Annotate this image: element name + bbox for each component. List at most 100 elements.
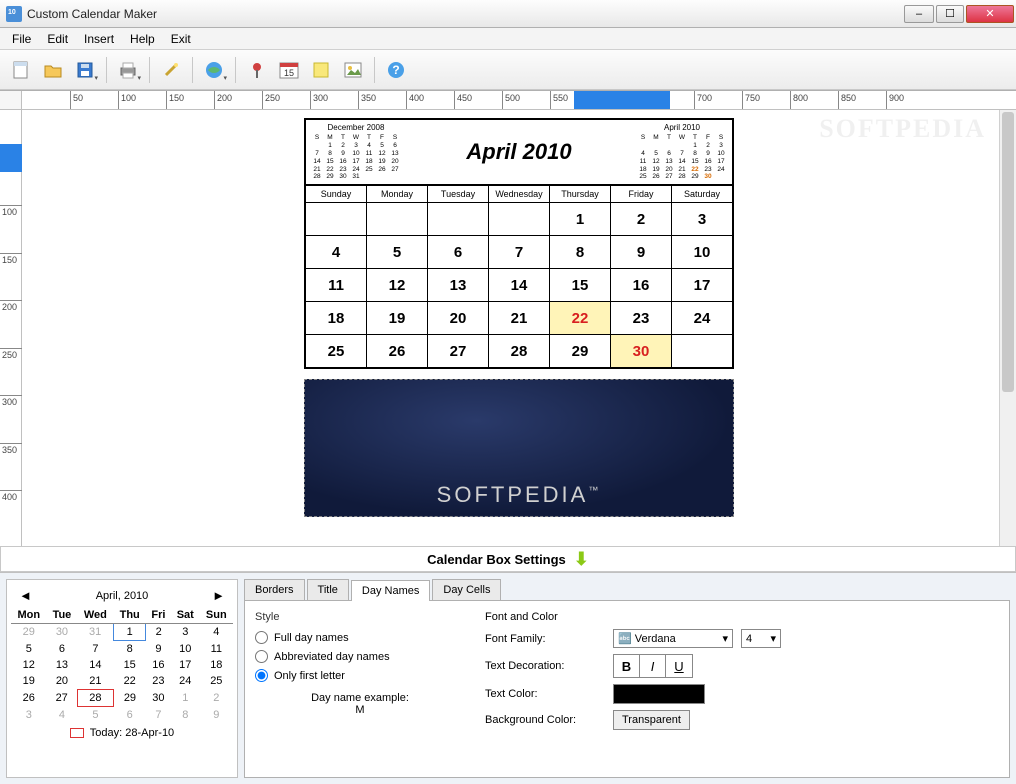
calendar-button[interactable]: 15	[274, 55, 304, 85]
prev-month-button[interactable]: ◄	[15, 588, 36, 603]
new-button[interactable]	[6, 55, 36, 85]
day-cell[interactable]: 20	[428, 302, 489, 334]
day-cell[interactable]: 24	[672, 302, 732, 334]
picker-day[interactable]: 28	[77, 690, 113, 707]
picker-day[interactable]: 12	[11, 657, 47, 673]
day-cell[interactable]	[367, 203, 428, 235]
picker-day[interactable]: 24	[171, 673, 200, 690]
picker-day[interactable]: 26	[11, 690, 47, 707]
picker-day[interactable]: 23	[146, 673, 171, 690]
day-cell[interactable]: 4	[306, 236, 367, 268]
vertical-scrollbar[interactable]	[999, 110, 1016, 546]
picker-day[interactable]: 9	[200, 707, 233, 724]
picker-day[interactable]: 7	[77, 641, 113, 658]
picker-day[interactable]: 20	[47, 673, 78, 690]
minimize-button[interactable]: –	[904, 5, 934, 23]
today-link[interactable]: Today: 28-Apr-10	[11, 727, 233, 739]
tab-day-cells[interactable]: Day Cells	[432, 579, 501, 600]
day-cell[interactable]: 12	[367, 269, 428, 301]
picker-day[interactable]: 11	[200, 641, 233, 658]
picker-day[interactable]: 6	[113, 707, 146, 724]
wand-button[interactable]	[156, 55, 186, 85]
picker-day[interactable]: 3	[171, 624, 200, 641]
font-family-select[interactable]: 🔤 Verdana▾	[613, 629, 733, 648]
picker-day[interactable]: 4	[47, 707, 78, 724]
picture-box[interactable]: SOFTPEDIA™	[304, 379, 734, 517]
day-cell[interactable]	[489, 203, 550, 235]
note-button[interactable]	[306, 55, 336, 85]
picker-day[interactable]: 6	[47, 641, 78, 658]
picker-day[interactable]: 27	[47, 690, 78, 707]
picker-day[interactable]: 29	[11, 624, 47, 641]
day-cell[interactable]: 18	[306, 302, 367, 334]
day-cell[interactable]: 30	[611, 335, 672, 367]
image-button[interactable]	[338, 55, 368, 85]
picker-day[interactable]: 16	[146, 657, 171, 673]
menu-exit[interactable]: Exit	[163, 30, 199, 48]
day-cell[interactable]: 11	[306, 269, 367, 301]
day-cell[interactable]: 25	[306, 335, 367, 367]
bold-button[interactable]: B	[614, 655, 640, 677]
day-cell[interactable]	[306, 203, 367, 235]
tab-borders[interactable]: Borders	[244, 579, 305, 600]
day-cell[interactable]: 7	[489, 236, 550, 268]
picker-day[interactable]: 8	[113, 641, 146, 658]
picker-day[interactable]: 9	[146, 641, 171, 658]
tab-day-names[interactable]: Day Names	[351, 580, 430, 601]
close-button[interactable]: ✕	[966, 5, 1014, 23]
day-cell[interactable]: 29	[550, 335, 611, 367]
day-cell[interactable]: 13	[428, 269, 489, 301]
font-size-select[interactable]: 4▾	[741, 629, 781, 648]
day-cell[interactable]: 10	[672, 236, 732, 268]
day-cell[interactable]: 1	[550, 203, 611, 235]
menu-edit[interactable]: Edit	[39, 30, 76, 48]
picker-day[interactable]: 15	[113, 657, 146, 673]
picker-day[interactable]: 17	[171, 657, 200, 673]
horizontal-ruler[interactable]: 5010015020025030035040045050055060065070…	[22, 91, 1016, 109]
picker-day[interactable]: 30	[146, 690, 171, 707]
picker-day[interactable]: 7	[146, 707, 171, 724]
day-cell[interactable]	[672, 335, 732, 367]
day-cell[interactable]: 8	[550, 236, 611, 268]
day-cell[interactable]: 16	[611, 269, 672, 301]
underline-button[interactable]: U	[666, 655, 692, 677]
picker-day[interactable]: 5	[11, 641, 47, 658]
help-button[interactable]: ?	[381, 55, 411, 85]
picker-day[interactable]: 1	[113, 624, 146, 641]
day-cell[interactable]: 3	[672, 203, 732, 235]
style-option[interactable]: Full day names	[255, 631, 465, 644]
picker-day[interactable]: 31	[77, 624, 113, 641]
day-cell[interactable]: 17	[672, 269, 732, 301]
globe-button[interactable]: ▾	[199, 55, 229, 85]
menu-help[interactable]: Help	[122, 30, 163, 48]
day-cell[interactable]	[428, 203, 489, 235]
tab-title[interactable]: Title	[307, 579, 349, 600]
print-button[interactable]: ▾	[113, 55, 143, 85]
scrollbar-thumb[interactable]	[1002, 112, 1014, 392]
open-button[interactable]	[38, 55, 68, 85]
day-cell[interactable]: 22	[550, 302, 611, 334]
picker-day[interactable]: 10	[171, 641, 200, 658]
day-cell[interactable]: 2	[611, 203, 672, 235]
day-cell[interactable]: 23	[611, 302, 672, 334]
picker-day[interactable]: 2	[200, 690, 233, 707]
picker-day[interactable]: 22	[113, 673, 146, 690]
picker-day[interactable]: 29	[113, 690, 146, 707]
day-cell[interactable]: 19	[367, 302, 428, 334]
picker-day[interactable]: 30	[47, 624, 78, 641]
day-cell[interactable]: 28	[489, 335, 550, 367]
maximize-button[interactable]: ☐	[936, 5, 964, 23]
picker-day[interactable]: 1	[171, 690, 200, 707]
italic-button[interactable]: I	[640, 655, 666, 677]
picker-day[interactable]: 13	[47, 657, 78, 673]
pin-button[interactable]	[242, 55, 272, 85]
vertical-ruler[interactable]: 50100150200250300350400	[0, 110, 22, 546]
style-option[interactable]: Only first letter	[255, 669, 465, 682]
canvas[interactable]: SOFTPEDIA December 2008SMTWTFS1234567891…	[22, 110, 1016, 546]
day-cell[interactable]: 14	[489, 269, 550, 301]
date-picker[interactable]: ◄ April, 2010 ► MonTueWedThuFriSatSun293…	[6, 579, 238, 778]
day-cell[interactable]: 26	[367, 335, 428, 367]
day-cell[interactable]: 6	[428, 236, 489, 268]
picker-day[interactable]: 3	[11, 707, 47, 724]
menu-file[interactable]: File	[4, 30, 39, 48]
